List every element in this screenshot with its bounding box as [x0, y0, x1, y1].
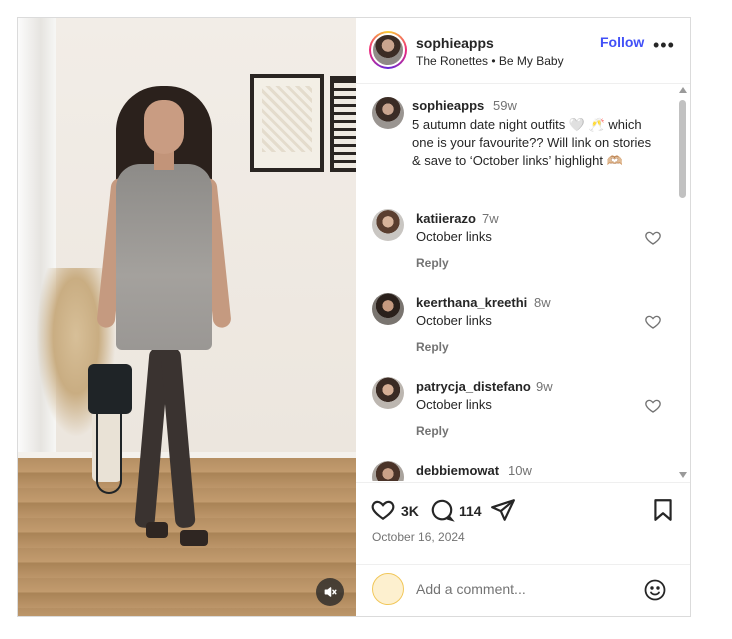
post-media[interactable] — [18, 18, 356, 616]
avatar[interactable] — [372, 293, 404, 325]
handbag — [88, 364, 132, 414]
reply-button[interactable]: Reply — [416, 256, 449, 270]
comment-time: 8w — [534, 295, 551, 310]
comment-time: 10w — [508, 463, 532, 478]
reply-button[interactable]: Reply — [416, 340, 449, 354]
add-comment-input[interactable] — [416, 579, 636, 599]
audio-track[interactable]: The Ronettes • Be My Baby — [416, 54, 564, 68]
avatar[interactable] — [369, 31, 407, 69]
scrollbar-thumb[interactable] — [679, 100, 686, 198]
model-face — [144, 100, 184, 154]
wall-art-frame-striped — [330, 76, 356, 172]
post-date: October 16, 2024 — [372, 530, 465, 544]
scroll-up-arrow-icon[interactable] — [679, 87, 687, 93]
comment-time: 9w — [536, 379, 553, 394]
comment-text: October links — [416, 229, 492, 244]
comment-text: October links — [416, 313, 492, 328]
post-actions: 3K 114 October 16, 2024 — [356, 482, 690, 562]
caption-time: 59w — [493, 98, 517, 113]
paper-plane-icon[interactable] — [490, 497, 516, 523]
comment-bubble-icon[interactable] — [429, 497, 455, 523]
reply-button[interactable]: Reply — [416, 424, 449, 438]
add-comment-bar — [356, 564, 690, 616]
heart-icon[interactable] — [644, 397, 662, 415]
avatar[interactable] — [372, 209, 404, 241]
avatar[interactable] — [372, 573, 404, 605]
caption-username[interactable]: sophieapps — [412, 98, 484, 113]
comment-username[interactable]: patrycja_distefano — [416, 379, 531, 394]
avatar[interactable] — [372, 97, 404, 129]
comment-username[interactable]: debbiemowat — [416, 463, 499, 478]
comment-username[interactable]: keerthana_kreethi — [416, 295, 527, 310]
post-header: sophieapps The Ronettes • Be My Baby Fol… — [356, 18, 690, 84]
avatar[interactable] — [372, 461, 404, 481]
heart-icon[interactable] — [644, 229, 662, 247]
avatar[interactable] — [372, 377, 404, 409]
model-dress — [116, 164, 212, 350]
post-side-panel: sophieapps The Ronettes • Be My Baby Fol… — [356, 18, 690, 616]
smiley-icon[interactable] — [643, 578, 667, 602]
wall-art-frame — [250, 74, 324, 172]
comments-list[interactable]: sophieapps 59w 5 autumn date night outfi… — [356, 85, 690, 481]
post-author[interactable]: sophieapps — [416, 35, 494, 51]
model-shoe-right — [180, 530, 208, 546]
speaker-muted-icon[interactable] — [316, 578, 344, 606]
caption-text: 5 autumn date night outfits 🤍 🥂 which on… — [412, 117, 652, 168]
comment-count[interactable]: 114 — [459, 503, 482, 519]
heart-icon[interactable] — [370, 497, 396, 523]
comment-username[interactable]: katiierazo — [416, 211, 476, 226]
comment-text: October links — [416, 397, 492, 412]
follow-button[interactable]: Follow — [600, 34, 644, 50]
heart-icon[interactable] — [644, 313, 662, 331]
model-shoe-left — [146, 522, 168, 538]
instagram-post: sophieapps The Ronettes • Be My Baby Fol… — [17, 17, 691, 617]
bookmark-icon[interactable] — [650, 497, 676, 523]
like-count[interactable]: 3K — [401, 503, 419, 519]
ellipsis-icon[interactable]: ••• — [653, 36, 675, 54]
comment-time: 7w — [482, 211, 499, 226]
scroll-down-arrow-icon[interactable] — [679, 472, 687, 478]
